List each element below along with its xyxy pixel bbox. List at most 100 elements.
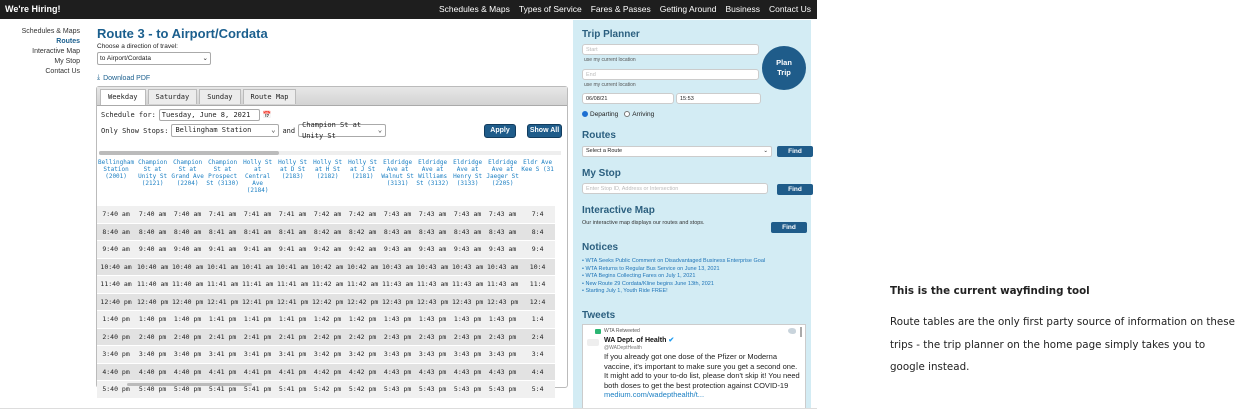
table-cell: 11:42 am	[310, 275, 346, 293]
leftnav-item-interactive-map[interactable]: Interactive Map	[0, 47, 80, 57]
end-input[interactable]: End	[582, 69, 759, 80]
download-pdf-link[interactable]: ⤓ Download PDF	[97, 74, 567, 82]
tweet-author-name[interactable]: WA Dept. of Health ✔	[604, 336, 674, 344]
schedule-date-input[interactable]: Tuesday, June 8, 2021	[158, 109, 260, 121]
table-cell: 3:40 pm	[170, 345, 206, 363]
column-header[interactable]: Champion St at Grand Ave (2204)	[170, 157, 205, 206]
nav-contact-us[interactable]: Contact Us	[769, 4, 811, 14]
table-cell: 4:43 pm	[450, 362, 486, 381]
tab-route-map[interactable]: Route Map	[242, 89, 297, 104]
start-input[interactable]: Start	[582, 44, 759, 55]
column-header[interactable]: Eldridge Ave at Williams St (3132)	[415, 157, 450, 206]
nav-types-of-service[interactable]: Types of Service	[519, 4, 582, 14]
apply-button[interactable]: Apply	[484, 124, 516, 138]
leftnav-item-schedules-maps[interactable]: Schedules & Maps	[0, 27, 80, 37]
tab-saturday[interactable]: Saturday	[147, 89, 198, 104]
avatar[interactable]	[587, 339, 599, 346]
column-header[interactable]: Champion St at Unity St (2121)	[135, 157, 170, 206]
column-header[interactable]: Bellingham Station (2001)	[97, 157, 135, 206]
arriving-radio[interactable]: Arriving	[624, 111, 654, 118]
table-row: 12:40 pm 12:40 pm 12:40 pm 12:41 pm 12:41 pm…	[97, 292, 556, 311]
route-find-button[interactable]: Find	[777, 146, 813, 157]
notice-item[interactable]: • WTA Returns to Regular Bus Service on …	[582, 266, 765, 274]
table-cell: 1:43 pm	[485, 310, 521, 328]
column-header[interactable]: Eldridge Ave at Jaeger St (2205)	[485, 157, 520, 206]
departing-radio[interactable]: Departing	[582, 111, 618, 118]
table-cell: 10:40 am	[135, 257, 171, 276]
table-cell: 4:43 pm	[380, 362, 416, 381]
table-cell: 3:40 pm	[135, 345, 171, 363]
table-cell: 9:42 am	[345, 240, 381, 258]
direction-select[interactable]: to Airport/Cordata ⌄	[97, 52, 211, 65]
notice-item[interactable]: • WTA Seeks Public Comment on Disadvanta…	[582, 258, 765, 266]
notice-item[interactable]: • WTA Begins Collecting Fares on July 1,…	[582, 273, 765, 281]
table-cell: 7:43 am	[485, 205, 521, 223]
only-show-row: Only Show Stops: Bellingham Station ⌄ and…	[101, 121, 387, 140]
stop-to-select[interactable]: Champion St at Unity St ⌄	[298, 121, 387, 140]
table-cell: 12:41 pm	[205, 292, 241, 311]
table-cell: 1:40 pm	[170, 310, 206, 328]
stop-from-value: Bellingham Station	[175, 126, 252, 134]
leftnav-item-routes[interactable]: Routes	[0, 37, 80, 47]
table-cell: 12:43 pm	[450, 292, 486, 311]
table-cell: 1:40 pm	[97, 310, 136, 328]
left-nav: Schedules & Maps Routes Interactive Map …	[0, 27, 80, 77]
table-cell: 9:41 am	[240, 240, 276, 258]
use-location-start[interactable]: use my current location	[584, 57, 636, 63]
nav-getting-around[interactable]: Getting Around	[660, 4, 717, 14]
leftnav-item-my-stop[interactable]: My Stop	[0, 57, 80, 67]
use-location-end[interactable]: use my current location	[584, 82, 636, 88]
horizontal-scrollbar-bottom[interactable]	[127, 383, 252, 386]
table-cell: 11:41 am	[275, 275, 311, 293]
plan-trip-button[interactable]: Plan Trip	[762, 46, 806, 90]
table-cell: 10:43 am	[450, 257, 486, 276]
table-cell: 11:43 am	[380, 275, 416, 293]
table-row: 10:40 am 10:40 am 10:40 am 10:41 am 10:41 am…	[97, 257, 556, 276]
route-select[interactable]: Select a Route ⌄	[582, 146, 772, 157]
table-cell: 4:42 pm	[345, 362, 381, 381]
time-input[interactable]: 15:53	[676, 93, 761, 104]
nav-fares-passes[interactable]: Fares & Passes	[591, 4, 651, 14]
scrollbar-thumb[interactable]	[99, 151, 279, 155]
notice-item[interactable]: • Starting July 1, Youth Ride FREE!	[582, 288, 765, 296]
table-body: 7:40 am 7:40 am 7:40 am 7:41 am 7:41 am 7:41 …	[97, 205, 556, 398]
notice-item[interactable]: • New Route 29 Cordata/Kline begins June…	[582, 281, 765, 289]
interactive-map-heading: Interactive Map	[582, 205, 655, 216]
tweet-scrollbar[interactable]	[800, 327, 802, 337]
stop-find-button[interactable]: Find	[777, 184, 813, 195]
column-header[interactable]: Eldr Ave Kee S (31	[520, 157, 555, 206]
notice-text: WTA Returns to Regular Bus Service on Ju…	[585, 265, 720, 272]
horizontal-scrollbar-top[interactable]	[99, 151, 561, 155]
tab-sunday[interactable]: Sunday	[199, 89, 241, 104]
tweet-handle[interactable]: @WADeptHealth	[604, 345, 642, 351]
calendar-icon[interactable]: 📅	[263, 111, 272, 119]
table-row: 8:40 am 8:40 am 8:40 am 8:41 am 8:41 am 8:41 …	[97, 222, 556, 241]
nav-schedules-maps[interactable]: Schedules & Maps	[439, 4, 510, 14]
tweet-link[interactable]: medium.com/wadepthealth/t...	[604, 390, 704, 399]
twitter-bird-icon	[788, 328, 796, 334]
tab-weekday[interactable]: Weekday	[100, 89, 146, 105]
chevron-down-icon: ⌄	[271, 126, 276, 134]
table-cell: 1:40 pm	[135, 310, 171, 328]
table-cell: 10:41 am	[275, 257, 311, 276]
column-header[interactable]: Holly St at H St (2182)	[310, 157, 345, 206]
leftnav-item-contact-us[interactable]: Contact Us	[0, 67, 80, 77]
stop-from-select[interactable]: Bellingham Station ⌄	[171, 124, 280, 137]
column-header[interactable]: Eldridge Ave at Walnut St (3131)	[380, 157, 415, 206]
table-cell: 9:41 am	[205, 240, 241, 258]
table-cell: 12:42 pm	[345, 292, 381, 311]
column-header[interactable]: Holly St at Central Ave (2184)	[240, 157, 275, 206]
column-header[interactable]: Champion St at Prospect St (3130)	[205, 157, 240, 206]
column-header[interactable]: Holly St at D St (2183)	[275, 157, 310, 206]
table-cell: 2:41 pm	[205, 327, 241, 346]
map-find-button[interactable]: Find	[771, 222, 807, 233]
date-input[interactable]: 06/08/21	[582, 93, 674, 104]
stop-search-input[interactable]: Enter Stop ID, Address or Intersection	[582, 183, 768, 194]
column-header[interactable]: Holly St at J St (2181)	[345, 157, 380, 206]
hiring-link[interactable]: We're Hiring!	[5, 4, 60, 14]
column-header[interactable]: Eldridge Ave at Henry St (3133)	[450, 157, 485, 206]
nav-business[interactable]: Business	[725, 4, 760, 14]
show-all-button[interactable]: Show All	[527, 124, 562, 138]
table-cell: 8:43 am	[485, 222, 521, 241]
table-cell: 2:43 pm	[450, 327, 486, 346]
